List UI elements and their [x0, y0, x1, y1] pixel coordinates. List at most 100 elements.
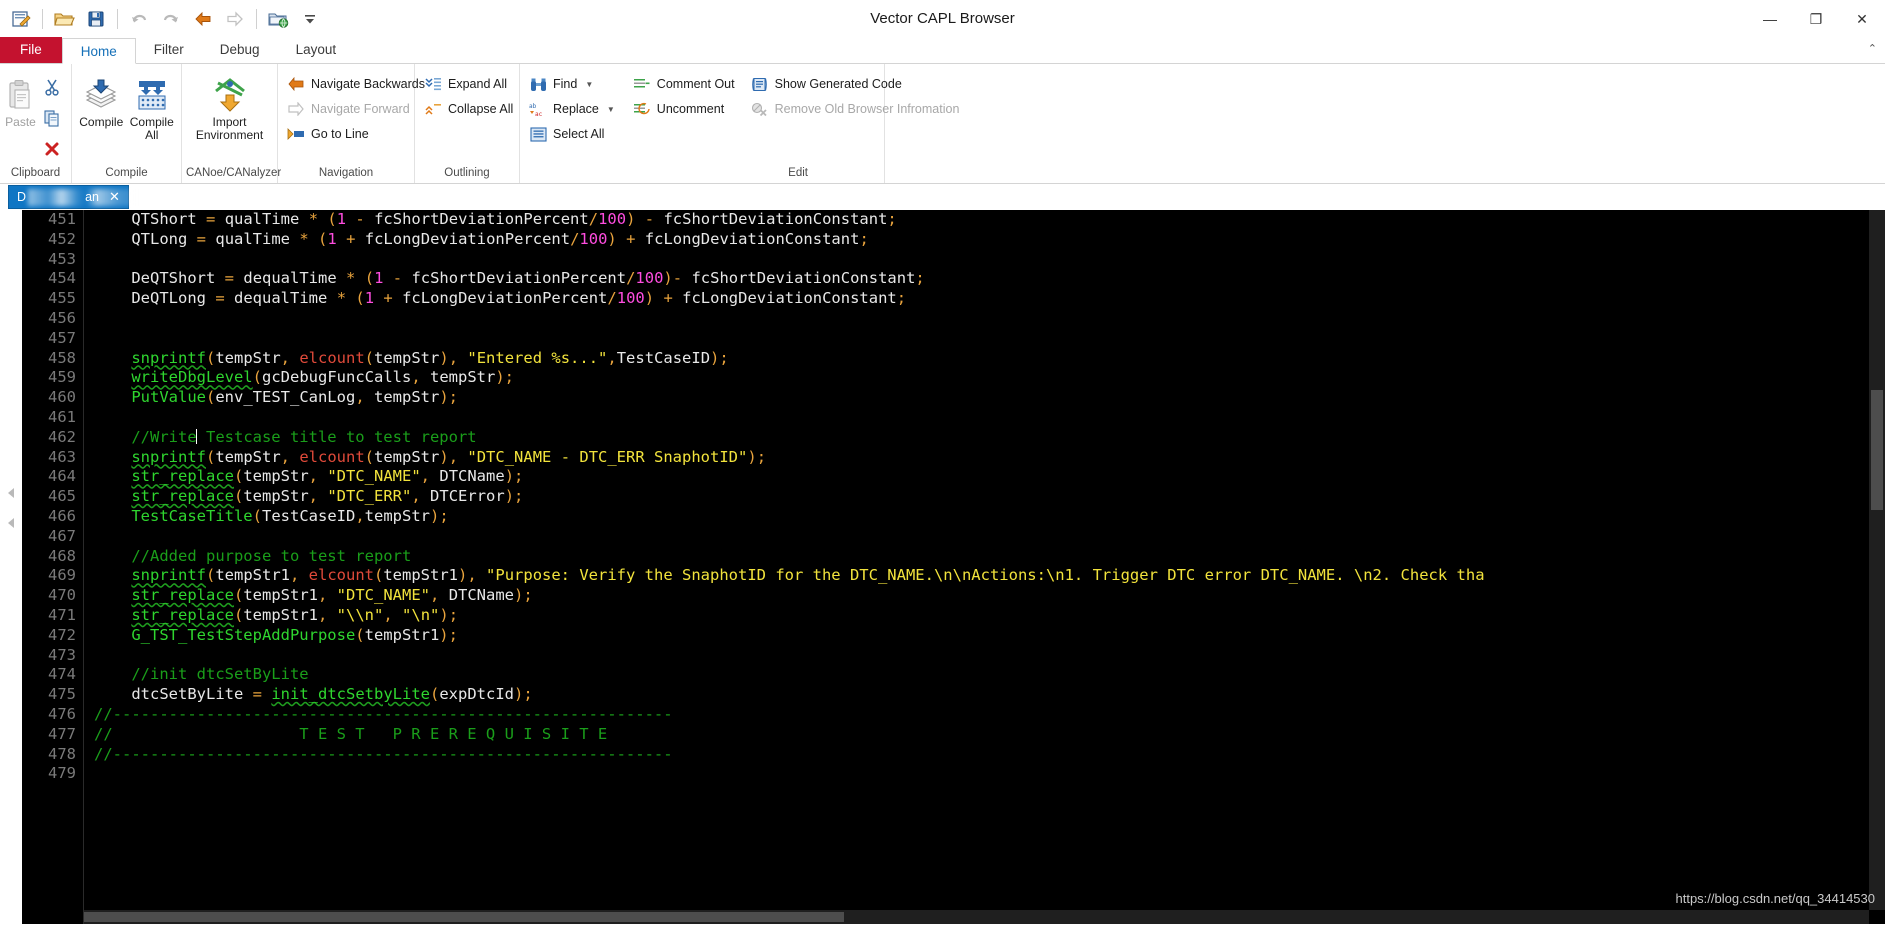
title-bar: Vector CAPL Browser — ❐ ✕: [0, 0, 1885, 38]
code-line: DeQTLong = dequalTime * (1 + fcLongDevia…: [94, 289, 1885, 309]
remove-old-browser-icon: [751, 100, 769, 118]
goto-line-icon: [287, 125, 305, 143]
tab-home[interactable]: Home: [62, 38, 136, 64]
cut-button[interactable]: [37, 72, 67, 102]
compile-icon: [83, 74, 119, 116]
compile-button[interactable]: Compile: [76, 70, 127, 129]
line-number: 466: [22, 507, 76, 527]
line-number: 460: [22, 388, 76, 408]
minimize-button[interactable]: —: [1747, 0, 1793, 38]
go-to-line-button[interactable]: Go to Line: [282, 122, 430, 146]
code-line: [94, 250, 1885, 270]
show-generated-code-icon: [751, 75, 769, 93]
code-line: str_replace(tempStr, "DTC_NAME", DTCName…: [94, 467, 1885, 487]
navigate-forward-icon[interactable]: [220, 4, 250, 34]
delete-button[interactable]: [37, 134, 67, 164]
save-icon[interactable]: [81, 4, 111, 34]
code-line: [94, 646, 1885, 666]
remove-old-browser-button[interactable]: Remove Old Browser Infromation: [746, 97, 965, 121]
navigate-backwards-label: Navigate Backwards: [311, 77, 425, 91]
select-all-icon: [529, 125, 547, 143]
expand-all-label: Expand All: [448, 77, 507, 91]
arrow-left-icon: [287, 75, 305, 93]
select-all-label: Select All: [553, 127, 604, 141]
splitter-handle-top[interactable]: [8, 488, 14, 498]
maximize-button[interactable]: ❐: [1793, 0, 1839, 38]
find-button[interactable]: Find ▼: [524, 72, 620, 96]
code-line: PutValue(env_TEST_CanLog, tempStr);: [94, 388, 1885, 408]
line-number: 475: [22, 685, 76, 705]
edit-buttons-generated: Show Generated Code Remove Old Browser I…: [746, 70, 965, 121]
customize-quick-access-icon[interactable]: [295, 4, 325, 34]
document-tab-label-prefix: D: [17, 190, 26, 204]
navigate-forward-button[interactable]: Navigate Forward: [282, 97, 430, 121]
code-line: QTLong = qualTime * (1 + fcLongDeviation…: [94, 230, 1885, 250]
document-tab[interactable]: D an ✕: [8, 185, 129, 209]
group-label-navigation: Navigation: [282, 166, 410, 183]
expand-all-button[interactable]: Expand All: [419, 72, 518, 96]
paste-label: Paste: [5, 116, 36, 129]
open-folder-icon[interactable]: [49, 4, 79, 34]
line-number: 463: [22, 448, 76, 468]
uncomment-label: Uncomment: [657, 102, 724, 116]
group-label-canoe: CANoe/CANalyzer: [186, 166, 273, 183]
find-binoculars-icon: [529, 75, 547, 93]
undo-icon[interactable]: [124, 4, 154, 34]
tab-filter[interactable]: Filter: [136, 37, 202, 63]
line-number: 454: [22, 269, 76, 289]
import-environment-icon[interactable]: [263, 4, 293, 34]
navigate-backwards-button[interactable]: Navigate Backwards: [282, 72, 430, 96]
splitter-handle-bottom[interactable]: [8, 518, 14, 528]
compile-all-icon: [134, 74, 170, 116]
code-line: //--------------------------------------…: [94, 705, 1885, 725]
replace-button[interactable]: ab ac Replace ▼: [524, 97, 620, 121]
horizontal-scroll-thumb[interactable]: [84, 912, 844, 922]
compile-all-button[interactable]: Compile All: [127, 70, 178, 142]
show-generated-code-button[interactable]: Show Generated Code: [746, 72, 965, 96]
window-controls: — ❐ ✕: [1747, 0, 1885, 38]
horizontal-scrollbar[interactable]: [84, 910, 1869, 924]
editor-left-strip: [0, 210, 22, 924]
paste-icon: [6, 74, 36, 116]
chevron-down-icon[interactable]: ▼: [585, 80, 593, 89]
tab-layout[interactable]: Layout: [278, 37, 355, 63]
comment-out-button[interactable]: Comment Out: [628, 72, 740, 96]
chevron-down-icon[interactable]: ▼: [607, 105, 615, 114]
show-generated-code-label: Show Generated Code: [775, 77, 902, 91]
code-line: dtcSetByLite = init_dtcSetbyLite(expDtcI…: [94, 685, 1885, 705]
ribbon: Paste: [0, 64, 1885, 184]
collapse-all-button[interactable]: Collapse All: [419, 97, 518, 121]
close-button[interactable]: ✕: [1839, 0, 1885, 38]
paste-button[interactable]: Paste: [4, 70, 37, 129]
import-environment-button[interactable]: Import Environment: [192, 70, 268, 142]
comment-out-icon: [633, 75, 651, 93]
code-area[interactable]: QTShort = qualTime * (1 - fcShortDeviati…: [84, 210, 1885, 784]
uncomment-button[interactable]: Uncomment: [628, 97, 740, 121]
line-number: 455: [22, 289, 76, 309]
code-editor: 451 452 453 454 455 456 457 458 459 460 …: [0, 210, 1885, 924]
arrow-right-icon: [287, 100, 305, 118]
collapse-all-icon: [424, 100, 442, 118]
collapse-ribbon-icon[interactable]: ⌃: [1868, 42, 1877, 55]
code-line: snprintf(tempStr, elcount(tempStr), "Ent…: [94, 349, 1885, 369]
code-line: DeQTShort = dequalTime * (1 - fcShortDev…: [94, 269, 1885, 289]
redo-icon[interactable]: [156, 4, 186, 34]
ribbon-group-edit: Find ▼ ab ac Replace ▼: [520, 64, 885, 183]
select-all-button[interactable]: Select All: [524, 122, 620, 146]
import-environment-label-2: Environment: [196, 129, 263, 142]
new-document-icon[interactable]: [6, 4, 36, 34]
vertical-scrollbar[interactable]: [1869, 210, 1885, 910]
code-line: //init dtcSetByLite: [94, 665, 1885, 685]
tab-file[interactable]: File: [0, 37, 62, 63]
vertical-scroll-thumb[interactable]: [1871, 390, 1883, 510]
ribbon-tab-bar: File Home Filter Debug Layout ⌃: [0, 38, 1885, 64]
replace-label: Replace: [553, 102, 599, 116]
code-line: [94, 527, 1885, 547]
navigate-back-icon[interactable]: [188, 4, 218, 34]
code-line: [94, 309, 1885, 329]
line-number: 451: [22, 210, 76, 230]
tab-debug[interactable]: Debug: [202, 37, 278, 63]
go-to-line-label: Go to Line: [311, 127, 369, 141]
copy-button[interactable]: [37, 103, 67, 133]
group-label-clipboard: Clipboard: [4, 166, 67, 183]
